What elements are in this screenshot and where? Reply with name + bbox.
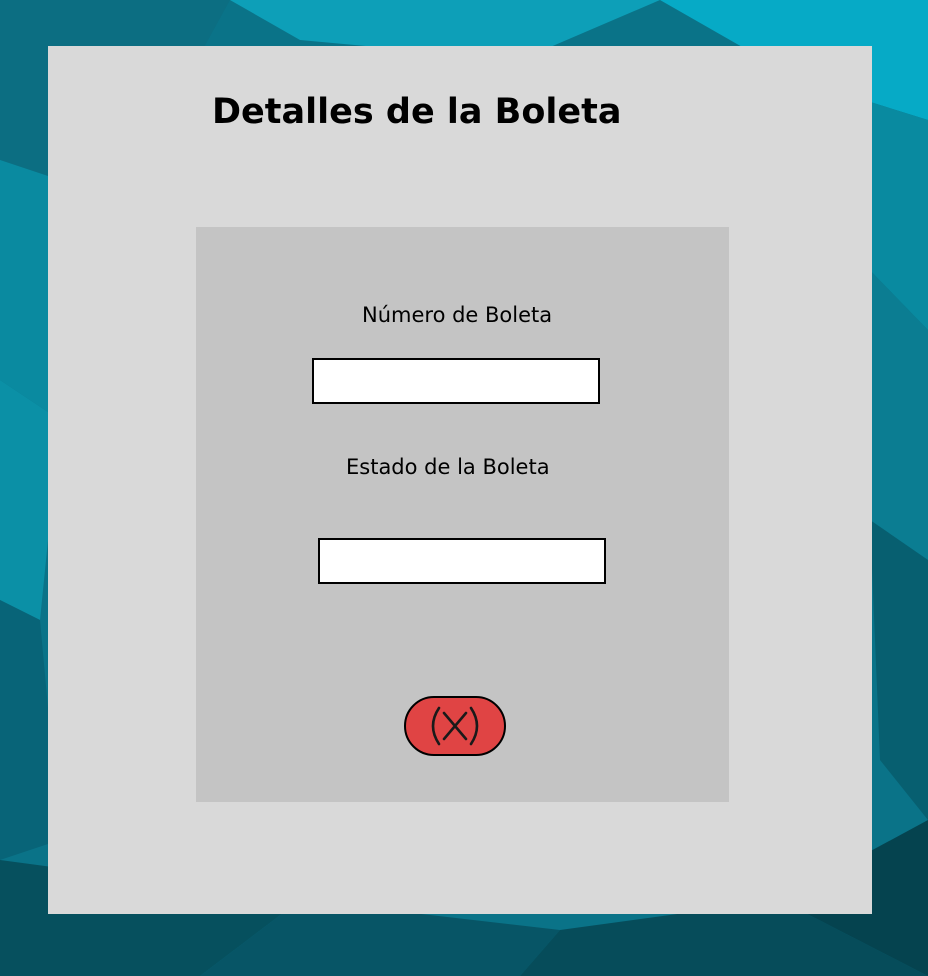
close-button[interactable] (404, 696, 506, 756)
ticket-status-label: Estado de la Boleta (346, 455, 550, 479)
page-title: Detalles de la Boleta (212, 92, 622, 132)
ticket-number-label: Número de Boleta (362, 303, 553, 327)
ticket-number-input[interactable] (312, 358, 600, 404)
ticket-status-input[interactable] (318, 538, 606, 584)
close-circle-icon (423, 702, 487, 750)
